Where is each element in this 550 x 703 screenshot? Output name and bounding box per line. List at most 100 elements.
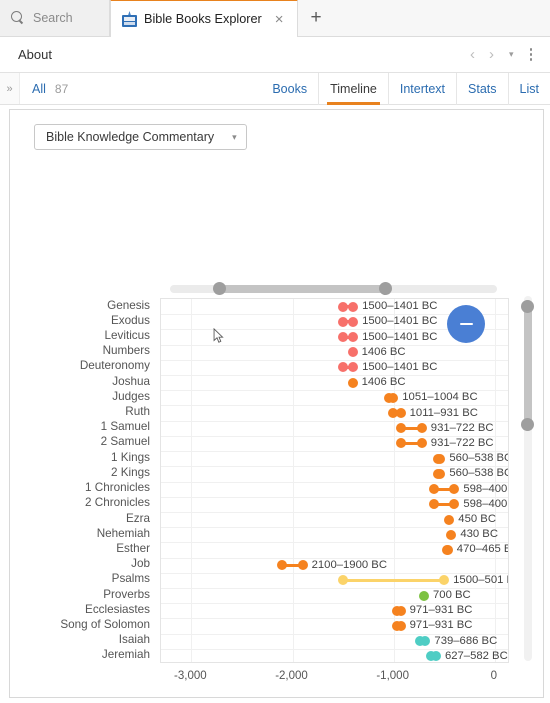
timeline-panel-body: Bible Knowledge Commentary ▾ Genesis Exo… (9, 109, 544, 698)
time-range-slider-handle-left[interactable] (212, 282, 226, 295)
chart-row-label[interactable]: Exodus (111, 315, 150, 327)
chart-x-axis: -3,000 -2,000 -1,000 0 (160, 665, 509, 689)
chart-row-label[interactable]: Deuteronomy (80, 360, 150, 372)
chart-range-bar[interactable] (343, 578, 445, 582)
chart-row-label[interactable]: Ruth (125, 406, 150, 418)
time-range-slider-fill (219, 284, 386, 293)
chart-data-point[interactable] (348, 332, 359, 343)
commentary-select[interactable]: Bible Knowledge Commentary ▾ (34, 124, 247, 150)
expand-sidebar-icon[interactable]: » (0, 73, 20, 104)
chart-data-point[interactable] (444, 514, 455, 525)
chart-data-point[interactable] (348, 316, 359, 327)
close-icon[interactable]: × (273, 12, 286, 27)
chart-data-point[interactable] (348, 362, 359, 373)
chart-data-point[interactable] (388, 392, 399, 403)
chart-row-label[interactable]: Proverbs (103, 588, 150, 601)
chart-data-point[interactable] (395, 438, 406, 449)
chart-row-label[interactable]: Jeremiah (102, 649, 150, 661)
book-range-slider[interactable] (521, 296, 534, 661)
chart-data-point[interactable] (338, 575, 349, 586)
time-range-slider-handle-right[interactable] (379, 282, 393, 295)
chart-data-point[interactable] (430, 651, 441, 662)
tab-intertext[interactable]: Intertext (387, 72, 456, 105)
timeline-chart: Genesis Exodus Leviticus Numbers Deuteronomy… (34, 298, 509, 689)
chart-data-point[interactable] (277, 560, 288, 571)
chart-point-label: 739–686 BC (434, 634, 498, 647)
chart-row-label[interactable]: 2 Samuel (101, 436, 150, 448)
back-icon[interactable]: ‹ (465, 45, 480, 64)
chart-row-label[interactable]: Nehemiah (97, 528, 150, 540)
chart-row-separator (161, 542, 508, 544)
chart-data-point[interactable] (338, 332, 349, 343)
chart-row-label[interactable]: 1 Samuel (101, 421, 150, 433)
chart-row-label[interactable]: Job (131, 558, 150, 570)
chart-row-label[interactable]: Judges (112, 391, 150, 403)
chart-data-point[interactable] (347, 347, 358, 358)
chart-point-label: 470–465 BC (456, 543, 508, 556)
chart-row-label[interactable]: 1 Kings (111, 451, 150, 464)
chart-data-point[interactable] (416, 438, 427, 449)
x-axis-tick-label: 0 (490, 670, 498, 682)
chart-data-point[interactable] (297, 560, 308, 571)
chart-data-point[interactable] (348, 301, 359, 312)
forward-icon[interactable]: › (484, 45, 499, 64)
chart-data-point[interactable] (429, 499, 440, 510)
chart-data-point[interactable] (446, 529, 457, 540)
chart-data-point[interactable] (449, 499, 460, 510)
chart-point-label: 971–931 BC (409, 604, 473, 617)
chart-row-label[interactable]: Ezra (126, 512, 150, 525)
kebab-menu-icon[interactable] (524, 48, 539, 61)
chart-row-label[interactable]: 2 Chronicles (85, 497, 150, 509)
filter-all-button[interactable]: All (20, 82, 46, 96)
new-tab-button[interactable]: + (298, 0, 335, 36)
chart-point-label: 1500–1401 BC (362, 315, 438, 328)
book-range-slider-handle-top[interactable] (521, 299, 534, 313)
chart-row-label[interactable]: Numbers (103, 345, 150, 357)
tab-stats[interactable]: Stats (456, 72, 508, 105)
chart-data-point[interactable] (347, 377, 358, 388)
chart-data-point[interactable] (439, 575, 450, 586)
zoom-out-button[interactable] (447, 304, 485, 343)
chart-data-point[interactable] (435, 468, 446, 479)
chart-row-separator (161, 359, 508, 361)
chart-row-label[interactable]: Psalms (112, 573, 150, 585)
tab-list[interactable]: List (507, 72, 550, 105)
chart-row-label[interactable]: 2 Kings (111, 467, 150, 479)
chart-data-point[interactable] (420, 636, 431, 647)
chart-point-label: 2100–1900 BC (311, 558, 387, 571)
book-range-slider-handle-bottom[interactable] (521, 418, 534, 432)
chart-data-point[interactable] (416, 423, 427, 434)
time-range-slider[interactable] (170, 282, 497, 295)
chart-row-label[interactable]: Joshua (112, 375, 150, 388)
chart-data-point[interactable] (395, 605, 406, 616)
chart-point-label: 1500–1401 BC (362, 330, 438, 343)
chart-data-point[interactable] (338, 301, 349, 312)
chart-row-label[interactable]: Leviticus (105, 330, 150, 342)
chart-point-label: 627–582 BC (444, 649, 508, 662)
chart-row-separator (161, 511, 508, 513)
minus-icon (459, 322, 473, 325)
chart-row-label[interactable]: Isaiah (119, 634, 150, 646)
chart-data-point[interactable] (395, 423, 406, 434)
chart-row-label[interactable]: Ecclesiastes (85, 604, 150, 616)
tab-timeline[interactable]: Timeline (318, 72, 388, 105)
chart-row-label[interactable]: 1 Chronicles (85, 482, 150, 494)
chart-data-point[interactable] (435, 453, 446, 464)
tab-books[interactable]: Books (261, 73, 318, 105)
chart-row-label[interactable]: Song of Solomon (60, 619, 150, 631)
chart-row-label[interactable]: Esther (116, 543, 150, 555)
chart-data-point[interactable] (395, 620, 406, 631)
tab-bible-books-explorer[interactable]: Bible Books Explorer × (110, 0, 298, 37)
chart-point-label: 1500–501 BC (453, 573, 508, 586)
chart-data-point[interactable] (395, 408, 406, 419)
chart-data-point[interactable] (449, 484, 460, 495)
tab-search[interactable]: Search (0, 0, 110, 36)
book-range-slider-fill (523, 299, 532, 432)
chart-data-point[interactable] (419, 590, 429, 601)
chart-data-point[interactable] (442, 544, 453, 555)
chart-data-point[interactable] (338, 316, 349, 327)
chart-row-label[interactable]: Genesis (107, 299, 150, 312)
chart-data-point[interactable] (338, 362, 349, 373)
chart-data-point[interactable] (429, 484, 440, 495)
chevron-down-icon[interactable]: ▾ (503, 47, 520, 62)
